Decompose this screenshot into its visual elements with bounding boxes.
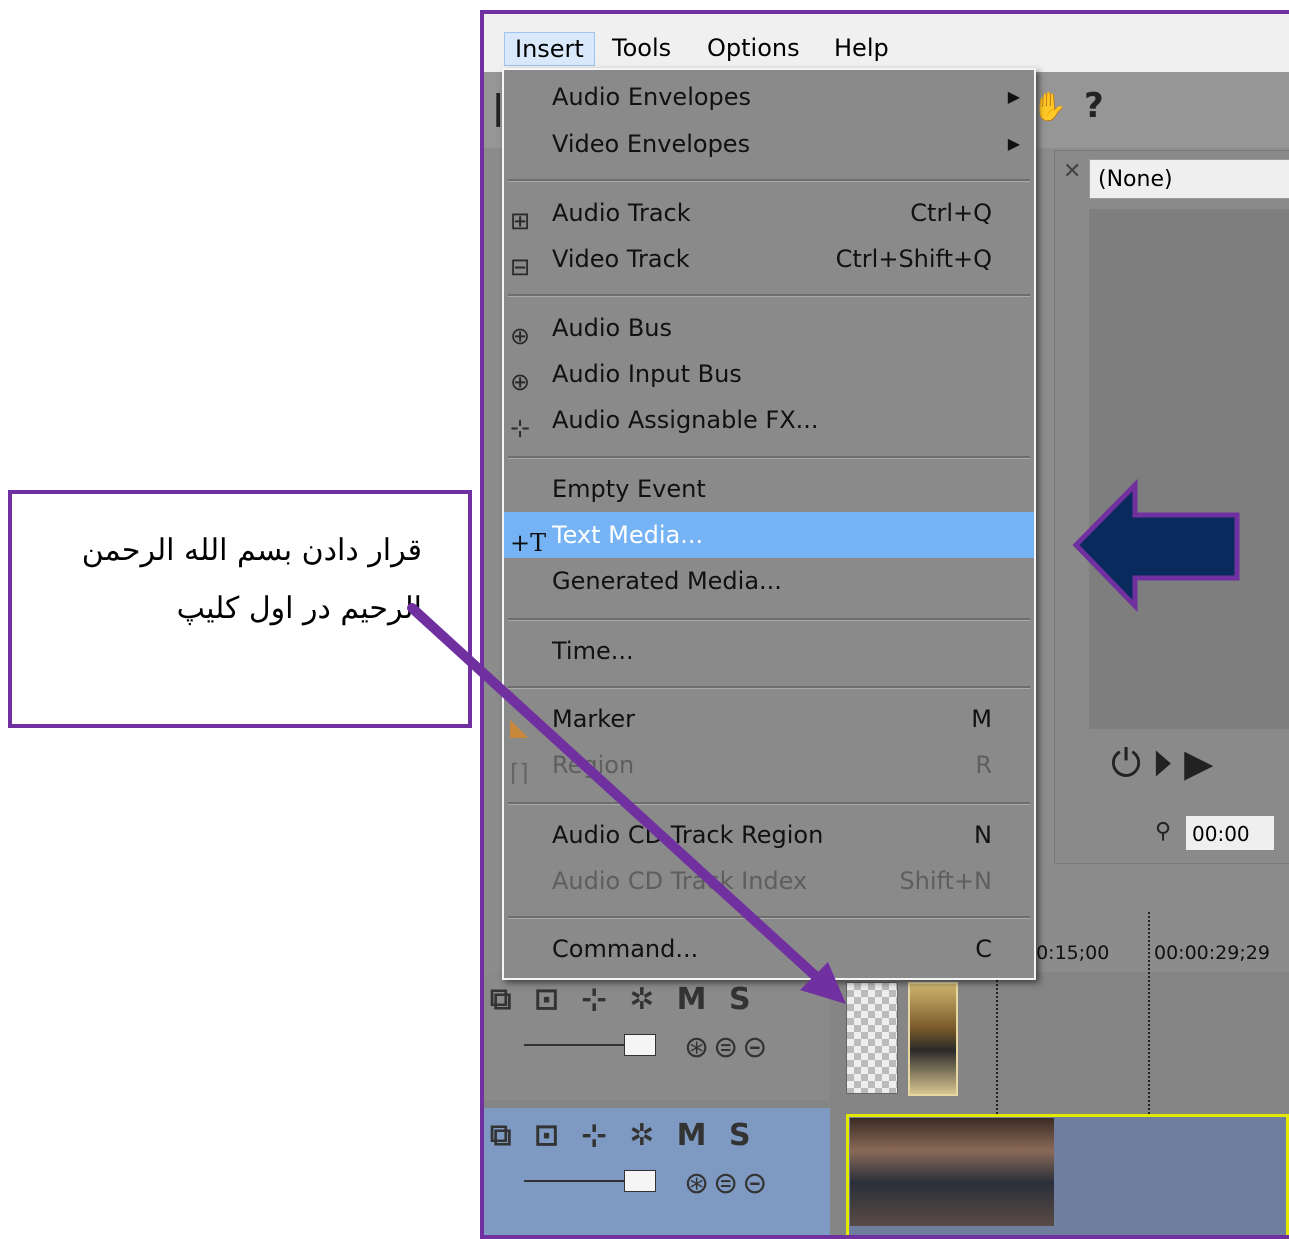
menu-item-empty-event[interactable]: Empty Event bbox=[504, 466, 1034, 512]
annotation-text: قرار دادن بسم الله الرحمن الرحیم در اول … bbox=[22, 522, 422, 638]
fx-gear-icon[interactable]: ✲ bbox=[629, 982, 660, 1017]
menu-item-video-track[interactable]: ⊟ Video Track Ctrl+Shift+Q bbox=[504, 236, 1034, 282]
menu-item-audio-track[interactable]: ⊞ Audio Track Ctrl+Q bbox=[504, 190, 1034, 236]
help-icon[interactable]: ? bbox=[1084, 86, 1104, 126]
transport-controls: ⏻⏵▶ bbox=[1111, 741, 1225, 786]
menu-separator bbox=[508, 686, 1030, 689]
solo-button[interactable]: S bbox=[729, 982, 757, 1017]
hand-icon[interactable]: ✋ bbox=[1032, 90, 1067, 123]
menu-options[interactable]: Options bbox=[697, 32, 810, 64]
menu-item-time[interactable]: Time... bbox=[504, 628, 1034, 674]
menu-bar: Insert Tools Options Help bbox=[484, 14, 1289, 73]
preview-screen bbox=[1089, 209, 1289, 729]
menu-separator bbox=[508, 294, 1030, 297]
pan-crop-icon[interactable]: ⊡ bbox=[534, 982, 565, 1017]
ruler-tick-label: 00:15;00 bbox=[1024, 942, 1110, 964]
menu-item-audio-bus[interactable]: ⊕ Audio Bus bbox=[504, 305, 1034, 351]
track-header-icons: ⧉ ⊡ ⊹ ✲ M S bbox=[490, 1118, 757, 1153]
menu-separator bbox=[508, 916, 1030, 919]
composite-icon[interactable]: ⊹ bbox=[581, 1118, 612, 1153]
app-window: Insert Tools Options Help | ✋ ? ✕ (None)… bbox=[480, 10, 1289, 1239]
pan-crop-icon[interactable]: ⊡ bbox=[534, 1118, 565, 1153]
timeline-clips-area[interactable] bbox=[830, 912, 1289, 1235]
annotation-callout: قرار دادن بسم الله الرحمن الرحیم در اول … bbox=[8, 490, 472, 728]
marker-pin-icon: ⚲ bbox=[1155, 819, 1172, 844]
video-preview-panel: ✕ (None) ⏻⏵▶ ⚲ 00:00 bbox=[1054, 150, 1289, 864]
timecode-display: 00:00 bbox=[1185, 815, 1275, 851]
fx-gear-icon[interactable]: ✲ bbox=[629, 1118, 660, 1153]
preview-preset-select[interactable]: (None) bbox=[1089, 159, 1289, 199]
mute-button[interactable]: M bbox=[677, 1118, 713, 1153]
solo-button[interactable]: S bbox=[729, 1118, 757, 1153]
menu-insert[interactable]: Insert bbox=[504, 32, 595, 66]
menu-separator bbox=[508, 456, 1030, 459]
mute-button[interactable]: M bbox=[677, 982, 713, 1017]
menu-item-marker[interactable]: ◣ Marker M bbox=[504, 696, 1034, 742]
menu-item-video-envelopes[interactable]: Video Envelopes ▶ bbox=[504, 121, 1034, 167]
menu-item-audio-input-bus[interactable]: ⊕ Audio Input Bus bbox=[504, 351, 1034, 397]
annotation-line-1: قرار دادن بسم الله الرحمن bbox=[81, 533, 422, 568]
track-motion-icon[interactable]: ⧉ bbox=[490, 982, 517, 1017]
video-clip-thumbnail[interactable] bbox=[850, 1118, 1054, 1226]
menu-item-audio-assignable-fx[interactable]: ⊹ Audio Assignable FX... bbox=[504, 397, 1034, 443]
play-from-start-icon[interactable]: ⏵ bbox=[1153, 741, 1184, 785]
menu-separator bbox=[508, 179, 1030, 182]
compositing-mode-icons[interactable]: ⊛⊜⊝ bbox=[684, 1030, 771, 1065]
composite-icon[interactable]: ⊹ bbox=[581, 982, 612, 1017]
image-clip-thumbnail[interactable] bbox=[908, 982, 958, 1096]
level-slider-knob[interactable] bbox=[624, 1034, 656, 1056]
track-header-icons: ⧉ ⊡ ⊹ ✲ M S bbox=[490, 982, 757, 1017]
track-header-video[interactable]: ⧉ ⊡ ⊹ ✲ M S ⊛⊜⊝ bbox=[484, 972, 830, 1100]
transparent-clip[interactable] bbox=[846, 982, 898, 1094]
menu-item-cd-track-region[interactable]: Audio CD Track Region N bbox=[504, 812, 1034, 858]
menu-separator bbox=[508, 802, 1030, 805]
timeline: ⧉ ⊡ ⊹ ✲ M S ⊛⊜⊝ ⧉ ⊡ ⊹ ✲ M S ⊛⊜⊝ bbox=[484, 912, 1289, 1235]
video-track-icon: ⊟ bbox=[510, 253, 531, 281]
annotation-line-2: الرحیم در اول کلیپ bbox=[176, 591, 422, 626]
menu-item-command[interactable]: Command... C bbox=[504, 926, 1034, 972]
menu-item-audio-envelopes[interactable]: Audio Envelopes ▶ bbox=[504, 74, 1034, 120]
menu-item-cd-track-index[interactable]: Audio CD Track Index Shift+N bbox=[504, 858, 1034, 904]
compositing-mode-icons[interactable]: ⊛⊜⊝ bbox=[684, 1166, 771, 1201]
track-header-video-2[interactable]: ⧉ ⊡ ⊹ ✲ M S ⊛⊜⊝ bbox=[484, 1108, 830, 1235]
play-icon[interactable]: ▶ bbox=[1184, 741, 1225, 785]
level-slider-track[interactable] bbox=[524, 1044, 634, 1046]
menu-tools[interactable]: Tools bbox=[602, 32, 681, 64]
insert-dropdown-menu: Audio Envelopes ▶ Video Envelopes ▶ ⊞ Au… bbox=[502, 68, 1036, 980]
submenu-arrow-icon: ▶ bbox=[1007, 87, 1020, 106]
menu-separator bbox=[508, 618, 1030, 621]
level-slider-track[interactable] bbox=[524, 1180, 634, 1182]
fx-icon: ⊹ bbox=[510, 414, 531, 442]
level-slider-knob[interactable] bbox=[624, 1170, 656, 1192]
ruler-tick-label: 00:00:29;29 bbox=[1154, 942, 1270, 964]
timeline-ruler: 00:15;00 00:00:29;29 bbox=[1024, 932, 1289, 972]
menu-help[interactable]: Help bbox=[824, 32, 899, 64]
submenu-arrow-icon: ▶ bbox=[1007, 134, 1020, 153]
menu-item-generated-media[interactable]: Generated Media... bbox=[504, 558, 1034, 604]
menu-item-region[interactable]: ⌈⌉ Region R bbox=[504, 742, 1034, 788]
loop-icon[interactable]: ⏻ bbox=[1111, 741, 1153, 785]
close-icon[interactable]: ✕ bbox=[1063, 159, 1081, 184]
region-icon: ⌈⌉ bbox=[510, 759, 529, 787]
track-motion-icon[interactable]: ⧉ bbox=[490, 1118, 517, 1153]
menu-item-text-media[interactable]: +T Text Media... bbox=[504, 512, 1034, 558]
